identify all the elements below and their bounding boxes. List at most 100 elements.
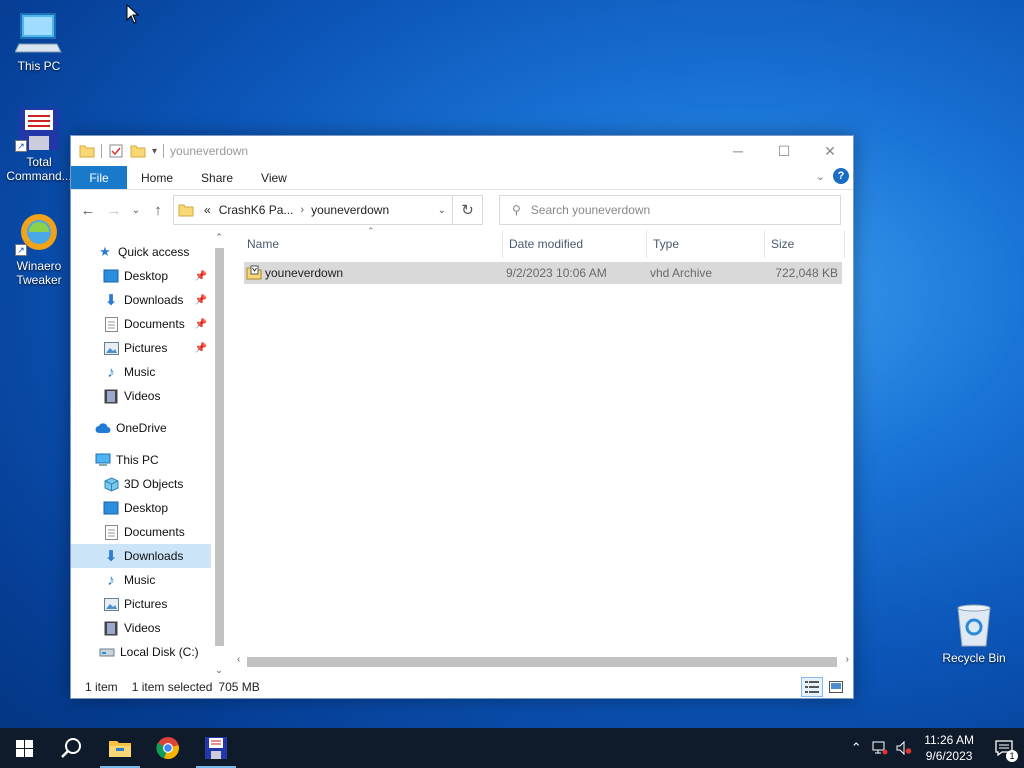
pin-icon: 📌 — [194, 318, 207, 330]
column-header-date-modified[interactable]: Date modified — [503, 230, 647, 258]
nav-label: Pictures — [124, 597, 168, 611]
nav-pc-3d-objects[interactable]: 3D Objects — [71, 472, 211, 496]
desktop-icon-recycle-bin[interactable]: Recycle Bin — [936, 602, 1012, 665]
close-button[interactable]: ✕ — [807, 136, 853, 166]
file-list-horizontal-scrollbar[interactable]: ‹ › — [237, 654, 855, 668]
help-icon[interactable]: ? — [833, 168, 849, 184]
file-row[interactable]: youneverdown 9/2/2023 10:06 AM vhd Archi… — [244, 262, 842, 284]
search-input[interactable]: ⚲ Search youneverdown — [499, 195, 841, 225]
volume-muted-icon[interactable] — [892, 741, 916, 755]
clock[interactable]: 11:26 AM 9/6/2023 — [924, 732, 974, 764]
computer-icon — [95, 452, 111, 468]
maximize-button[interactable]: ☐ — [761, 136, 807, 166]
nav-quick-music[interactable]: ♪ Music — [71, 360, 211, 384]
forward-button[interactable]: → — [103, 199, 125, 221]
column-header-name[interactable]: Name — [241, 230, 503, 258]
nav-quick-documents[interactable]: Documents 📌 — [71, 312, 211, 336]
shortcut-arrow-icon: ↗ — [15, 244, 27, 256]
address-history-dropdown-icon[interactable]: ⌄ — [438, 205, 446, 216]
search-icon — [61, 738, 81, 758]
scroll-left-icon[interactable]: ‹ — [237, 654, 240, 665]
minimize-icon: ─ — [733, 143, 743, 159]
nav-quick-videos[interactable]: Videos — [71, 384, 211, 408]
download-icon: ⬇ — [104, 292, 118, 309]
window-title: youneverdown — [170, 144, 249, 158]
nav-pc-pictures[interactable]: Pictures — [71, 592, 211, 616]
clock-date: 9/6/2023 — [925, 749, 973, 763]
music-icon: ♪ — [107, 363, 115, 381]
chevron-up-icon[interactable]: ⌃ — [844, 740, 868, 756]
taskbar-total-commander[interactable] — [192, 728, 240, 768]
nav-pc-desktop[interactable]: Desktop — [71, 496, 211, 520]
details-view-button[interactable] — [801, 677, 823, 697]
documents-icon — [103, 524, 119, 540]
scrollbar-thumb[interactable] — [215, 248, 224, 646]
tab-view[interactable]: View — [247, 166, 301, 189]
expand-ribbon-icon[interactable]: ⌄ — [816, 170, 825, 183]
clock-time: 11:26 AM — [924, 733, 974, 747]
customize-toolbar-icon[interactable]: ▾ — [152, 146, 157, 157]
tab-share[interactable]: Share — [187, 166, 247, 189]
recent-locations-button[interactable]: ⌄ — [129, 199, 143, 221]
cube-icon — [103, 476, 119, 492]
selection-status: 1 item selected — [131, 680, 213, 694]
nav-onedrive[interactable]: OneDrive — [71, 416, 211, 440]
nav-quick-pictures[interactable]: Pictures 📌 — [71, 336, 211, 360]
new-folder-icon[interactable] — [130, 143, 146, 159]
nav-pane-scrollbar[interactable]: ⌃ ⌄ — [212, 232, 226, 676]
large-icons-view-button[interactable] — [825, 677, 847, 697]
title-bar[interactable]: ▾ youneverdown ─ ☐ ✕ — [71, 136, 853, 166]
quick-access-toolbar: ▾ — [79, 143, 165, 159]
scroll-down-icon[interactable]: ⌄ — [212, 665, 226, 676]
nav-label: Documents — [124, 525, 185, 539]
nav-pc-documents[interactable]: Documents — [71, 520, 211, 544]
nav-pc-local-disk[interactable]: Local Disk (C:) — [71, 640, 211, 664]
breadcrumb-overflow[interactable]: « — [204, 203, 211, 217]
back-button[interactable]: ← — [77, 199, 99, 221]
nav-pc-videos[interactable]: Videos — [71, 616, 211, 640]
minimize-button[interactable]: ─ — [715, 136, 761, 166]
desktop-icon-total-commander[interactable]: ↗ Total Command... — [1, 106, 77, 183]
nav-label: Quick access — [118, 245, 190, 259]
nav-quick-access[interactable]: ★ Quick access — [71, 240, 211, 264]
tab-file[interactable]: File — [71, 166, 127, 189]
column-header-size[interactable]: Size — [765, 230, 845, 258]
nav-label: Pictures — [124, 341, 168, 355]
desktop-icon-winaero-tweaker[interactable]: ↗ Winaero Tweaker — [1, 210, 77, 287]
breadcrumb-current[interactable]: youneverdown — [311, 203, 389, 217]
chevron-down-icon: ⌄ — [131, 204, 141, 216]
taskbar-file-explorer[interactable] — [96, 728, 144, 768]
pictures-icon — [103, 596, 119, 612]
file-date-modified: 9/2/2023 10:06 AM — [506, 266, 607, 280]
desktop-icon-this-pc[interactable]: This PC — [1, 10, 77, 73]
selection-size: 705 MB — [218, 680, 260, 694]
nav-pc-downloads[interactable]: ⬇ Downloads — [71, 544, 211, 568]
desktop-icon — [103, 500, 119, 516]
nav-quick-desktop[interactable]: Desktop 📌 — [71, 264, 211, 288]
chevron-right-icon[interactable]: › — [300, 204, 304, 216]
nav-this-pc[interactable]: This PC — [71, 448, 211, 472]
status-bar: 1 item 1 item selected 705 MB — [71, 676, 853, 698]
this-pc-icon — [14, 10, 63, 56]
scroll-up-icon[interactable]: ⌃ — [212, 232, 226, 243]
start-button[interactable] — [0, 728, 48, 768]
scroll-right-icon[interactable]: › — [846, 654, 849, 665]
file-list: ⌃ Name Date modified Type Size youneverd… — [237, 226, 855, 678]
column-header-type[interactable]: Type — [647, 230, 765, 258]
action-center-button[interactable]: 1 — [984, 728, 1024, 768]
network-icon[interactable] — [868, 741, 892, 755]
breadcrumb-parent[interactable]: CrashK6 Pa... — [219, 203, 294, 217]
address-bar[interactable]: « CrashK6 Pa... › youneverdown ⌄ ↻ — [173, 195, 483, 225]
refresh-button[interactable]: ↻ — [452, 196, 482, 224]
properties-icon[interactable] — [108, 143, 124, 159]
search-button[interactable] — [48, 728, 96, 768]
up-button[interactable]: ↑ — [147, 199, 169, 221]
nav-quick-downloads[interactable]: ⬇ Downloads 📌 — [71, 288, 211, 312]
taskbar-chrome[interactable] — [144, 728, 192, 768]
nav-pc-music[interactable]: ♪ Music — [71, 568, 211, 592]
tab-home[interactable]: Home — [127, 166, 187, 189]
scrollbar-thumb[interactable] — [247, 657, 837, 667]
folder-icon — [178, 204, 194, 217]
separator — [163, 144, 165, 158]
file-type: vhd Archive — [650, 266, 713, 280]
